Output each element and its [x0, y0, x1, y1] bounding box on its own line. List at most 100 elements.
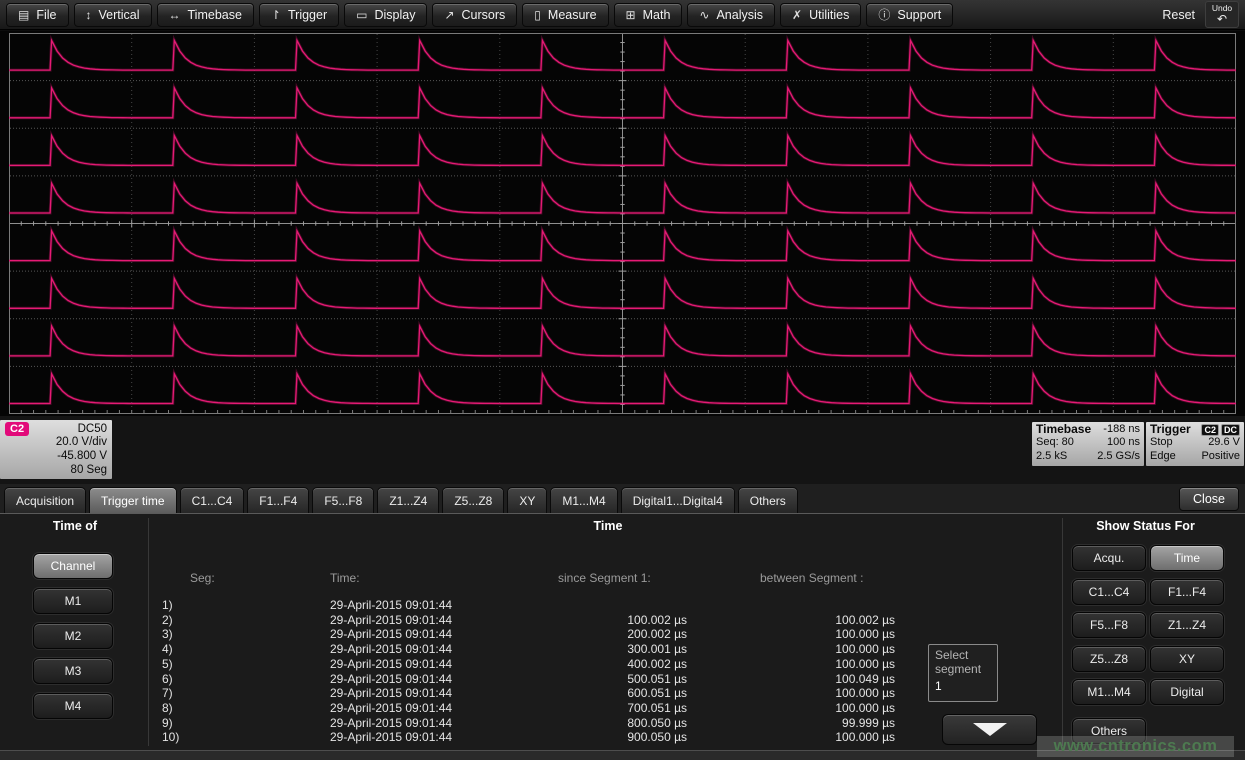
status-f5-f8-button[interactable]: F5...F8 — [1072, 612, 1146, 638]
tab-f5-f8[interactable]: F5...F8 — [312, 487, 374, 513]
menu-label: Utilities — [809, 8, 849, 22]
tools-icon: ✗ — [792, 8, 802, 22]
file-icon: ▤ — [18, 8, 29, 22]
menu-math-button[interactable]: ⊞Math — [614, 3, 683, 27]
timebase-title: Timebase — [1036, 423, 1091, 436]
time-of-title: Time of — [20, 519, 130, 533]
menu-analysis-button[interactable]: ∿Analysis — [687, 3, 775, 27]
menu-buttons: ▤File↕Vertical↔Timebase ↾ Trigger ▭ Display ↗… — [6, 3, 953, 27]
between-cell: 100.000 µs — [687, 642, 895, 657]
channel-coupling: DC50 — [78, 422, 107, 436]
status-z5-z8-button[interactable]: Z5...Z8 — [1072, 646, 1146, 672]
close-button[interactable]: Close — [1179, 487, 1239, 511]
timebase-descriptor[interactable]: Timebase -188 ns Seq: 80 100 ns 2.5 kS 2… — [1032, 422, 1144, 466]
menu-vertical-button[interactable]: ↕Vertical — [74, 3, 152, 27]
seg-cell: 7) — [162, 686, 330, 701]
tab-m1-m4[interactable]: M1...M4 — [550, 487, 617, 513]
tab-others[interactable]: Others — [738, 487, 798, 513]
time-of-channel-button[interactable]: Channel — [33, 553, 113, 579]
menu-support-button[interactable]: ⓘSupport — [866, 3, 953, 27]
time-cell: 29-April-2015 09:01:44 — [330, 657, 505, 672]
time-cell: 29-April-2015 09:01:44 — [330, 716, 505, 731]
time-cell: 29-April-2015 09:01:44 — [330, 642, 505, 657]
trigger-slope: Positive — [1201, 450, 1240, 463]
table-row: 7)29-April-2015 09:01:44600.051 µs100.00… — [162, 686, 895, 701]
status-m1-m4-button[interactable]: M1...M4 — [1072, 679, 1146, 705]
status-c1-c4-button[interactable]: C1...C4 — [1072, 579, 1146, 605]
time-section-title: Time — [538, 519, 678, 533]
time-of-m4-button[interactable]: M4 — [33, 693, 113, 719]
since-cell: 600.051 µs — [505, 686, 687, 701]
seg-cell: 6) — [162, 672, 330, 687]
menu-file-button[interactable]: ▤File — [6, 3, 69, 27]
status-time-button[interactable]: Time — [1150, 545, 1224, 571]
segment-table: 1)29-April-2015 09:01:442)29-April-2015 … — [162, 598, 895, 745]
menu-cursors-button[interactable]: ↗Cursors — [432, 3, 517, 27]
seg-cell: 5) — [162, 657, 330, 672]
tab-xy[interactable]: XY — [507, 487, 547, 513]
tab-f1-f4[interactable]: F1...F4 — [247, 487, 309, 513]
menu-display-button[interactable]: ▭ Display — [344, 3, 427, 27]
time-cell: 29-April-2015 09:01:44 — [330, 598, 505, 613]
menu-label: Cursors — [462, 8, 506, 22]
seg-cell: 8) — [162, 701, 330, 716]
status-z1-z4-button[interactable]: Z1...Z4 — [1150, 612, 1224, 638]
tab-trigger-time[interactable]: Trigger time — [89, 487, 177, 513]
calculator-icon: ⊞ — [626, 8, 636, 22]
trigger-mode: Stop — [1150, 436, 1173, 449]
info-icon: ⓘ — [878, 6, 890, 23]
menu-label: Display — [374, 8, 415, 22]
seg-cell: 10) — [162, 730, 330, 745]
time-of-m1-button[interactable]: M1 — [33, 588, 113, 614]
watermark: www.cntronics.com — [1037, 736, 1234, 757]
table-row: 2)29-April-2015 09:01:44100.002 µs100.00… — [162, 613, 895, 628]
status-f1-f4-button[interactable]: F1...F4 — [1150, 579, 1224, 605]
channel-segments: 80 Seg — [5, 464, 107, 478]
menu-utilities-button[interactable]: ✗ Utilities — [780, 3, 861, 27]
time-of-m2-button[interactable]: M2 — [33, 623, 113, 649]
menu-label: Trigger — [288, 8, 327, 22]
status-acqu-button[interactable]: Acqu. — [1072, 545, 1146, 571]
since-cell: 700.051 µs — [505, 701, 687, 716]
time-of-m3-button[interactable]: M3 — [33, 658, 113, 684]
menu-label: Vertical — [99, 8, 140, 22]
tab-z5-z8[interactable]: Z5...Z8 — [442, 487, 504, 513]
menu-measure-button[interactable]: ▯Measure — [522, 3, 608, 27]
menu-timebase-button[interactable]: ↔Timebase — [157, 3, 254, 27]
between-cell: 100.049 µs — [687, 672, 895, 687]
menu-label: Measure — [548, 8, 597, 22]
trigger-edge-icon: ↾ — [271, 8, 281, 22]
status-xy-button[interactable]: XY — [1150, 646, 1224, 672]
since-cell: 200.002 µs — [505, 627, 687, 642]
undo-button[interactable]: Undo ↶ — [1205, 1, 1239, 28]
channel-descriptor[interactable]: C2 DC50 20.0 V/div -45.800 V 80 Seg — [0, 420, 112, 479]
seg-cell: 2) — [162, 613, 330, 628]
undo-icon: ↶ — [1217, 13, 1227, 25]
since-cell: 300.001 µs — [505, 642, 687, 657]
waveform-display[interactable] — [0, 31, 1245, 416]
reset-button[interactable]: Reset — [1162, 8, 1195, 22]
horizontal-arrows-icon: ↔ — [169, 8, 181, 22]
status-digital-button[interactable]: Digital — [1150, 679, 1224, 705]
header-since: since Segment 1: — [505, 571, 687, 585]
trigger-descriptor[interactable]: Trigger C2 DC Stop 29.6 V Edge Positive — [1146, 422, 1244, 466]
table-row: 3)29-April-2015 09:01:44200.002 µs100.00… — [162, 627, 895, 642]
select-segment-field[interactable]: Select segment 1 — [928, 644, 998, 702]
trigger-type: Edge — [1150, 450, 1176, 463]
time-cell: 29-April-2015 09:01:44 — [330, 627, 505, 642]
tab-digital1-digital4[interactable]: Digital1...Digital4 — [621, 487, 735, 513]
monitor-icon: ▭ — [356, 8, 367, 22]
header-seg: Seg: — [162, 571, 330, 585]
table-row: 8)29-April-2015 09:01:44700.051 µs100.00… — [162, 701, 895, 716]
tab-z1-z4[interactable]: Z1...Z4 — [377, 487, 439, 513]
between-cell: 100.000 µs — [687, 686, 895, 701]
trigger-time-panel: Time of ChannelM1M2M3M4 Time Seg: Time: … — [0, 514, 1245, 750]
between-cell: 100.000 µs — [687, 730, 895, 745]
between-cell: 100.002 µs — [687, 613, 895, 628]
tab-c1-c4[interactable]: C1...C4 — [180, 487, 245, 513]
chart-icon: ∿ — [699, 8, 709, 22]
segment-down-button[interactable] — [942, 714, 1037, 745]
tab-acquisition[interactable]: Acquisition — [4, 487, 86, 513]
trigger-title: Trigger — [1150, 423, 1191, 436]
menu-trigger-button[interactable]: ↾ Trigger — [259, 3, 339, 27]
